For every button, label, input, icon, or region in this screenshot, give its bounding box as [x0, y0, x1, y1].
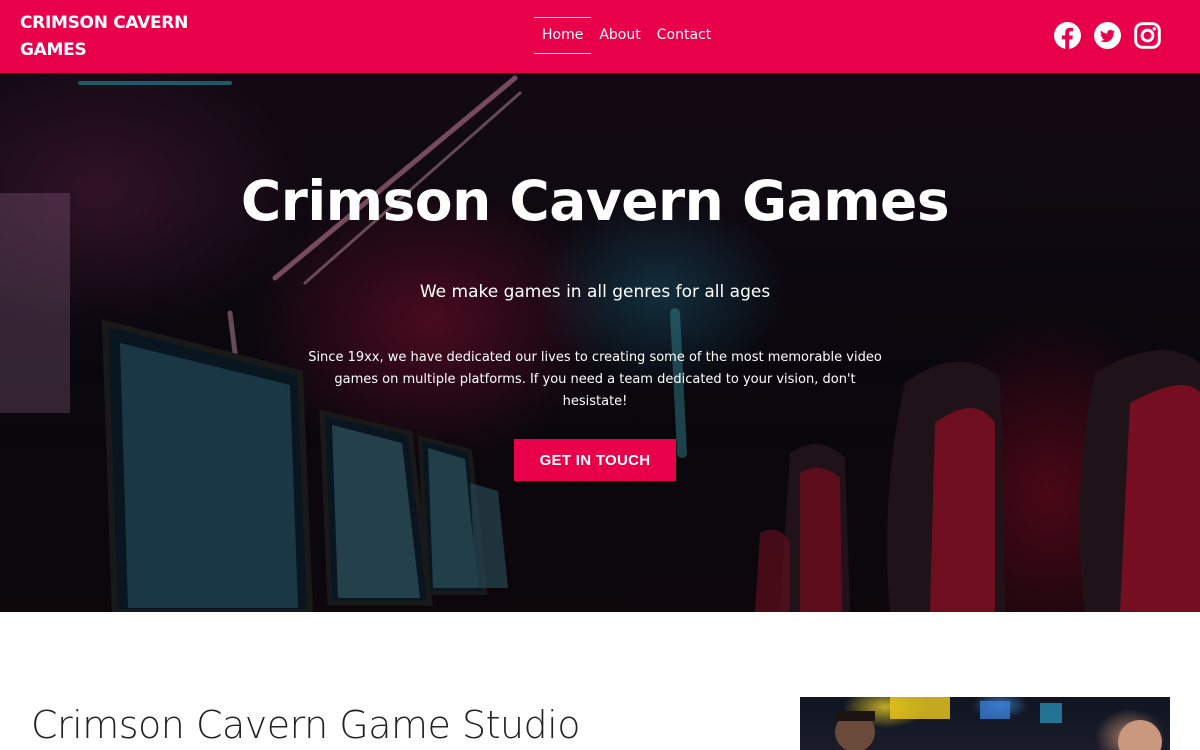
nav-about-link[interactable]: About [591, 17, 648, 54]
studio-photo [800, 697, 1170, 750]
navbar: CRIMSON CAVERN GAMES Home About Contact [0, 0, 1200, 73]
studio-photo-content [835, 697, 1162, 750]
hero-subtitle: We make games in all genres for all ages [419, 282, 771, 302]
brand-logo[interactable]: CRIMSON CAVERN GAMES [20, 10, 190, 64]
facebook-icon[interactable] [1054, 22, 1081, 49]
twitter-icon[interactable] [1094, 22, 1121, 49]
hero-overlay [0, 73, 1200, 612]
studio-section-title: Crimson Cavern Game Studio [31, 703, 580, 747]
nav-contact-link[interactable]: Contact [649, 17, 719, 54]
nav-home-link[interactable]: Home [534, 17, 592, 54]
hero-title: Crimson Cavern Games [240, 169, 950, 233]
main-nav: Home About Contact [534, 17, 719, 54]
hero-section: Crimson Cavern Games We make games in al… [0, 73, 1200, 612]
hero-description: Since 19xx, we have dedicated our lives … [308, 350, 882, 409]
instagram-icon[interactable] [1134, 22, 1161, 49]
get-in-touch-button[interactable]: GET IN TOUCH [514, 439, 676, 481]
